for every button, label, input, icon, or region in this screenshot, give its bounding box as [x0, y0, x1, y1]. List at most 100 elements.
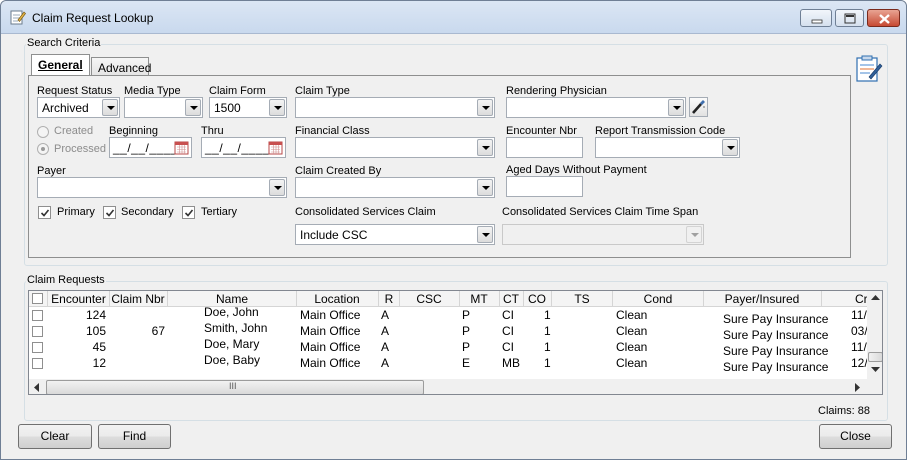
column-header-r[interactable]: R: [379, 292, 399, 306]
row-checkbox[interactable]: [32, 310, 43, 321]
chevron-down-icon: [477, 226, 493, 243]
cell-r: A: [381, 356, 390, 370]
row-checkbox[interactable]: [32, 342, 43, 353]
secondary-label: Secondary: [121, 206, 174, 218]
clear-button[interactable]: Clear: [18, 424, 92, 449]
cell-encounter: 105: [85, 324, 106, 338]
scroll-right-arrow-icon[interactable]: [855, 383, 861, 392]
thru-label: Thru: [201, 125, 224, 137]
cell-encounter: 45: [92, 340, 106, 354]
column-header-ct[interactable]: CT: [500, 292, 522, 306]
vertical-scrollbar[interactable]: [867, 291, 882, 379]
thru-date-input[interactable]: __/__/____: [201, 137, 286, 158]
cell-co: 1: [544, 356, 551, 370]
rendering-physician-label: Rendering Physician: [506, 85, 607, 97]
cell-location: Main Office: [300, 340, 361, 354]
column-header-payer-insured[interactable]: Payer/Insured: [704, 292, 820, 306]
column-header-mt[interactable]: MT: [460, 292, 498, 306]
tertiary-label: Tertiary: [201, 206, 238, 218]
column-header-location[interactable]: Location: [297, 292, 377, 306]
cell-r: A: [381, 340, 390, 354]
rendering-physician-picker-button[interactable]: [689, 97, 708, 117]
close-button[interactable]: Close: [819, 424, 892, 449]
chevron-down-icon: [668, 99, 684, 116]
created-radio[interactable]: [37, 126, 49, 138]
tertiary-checkbox[interactable]: [182, 206, 195, 219]
consolidated-services-claim-label: Consolidated Services Claim: [295, 206, 436, 218]
checkmark-icon: [184, 209, 194, 217]
column-header-ts[interactable]: TS: [552, 292, 612, 306]
beginning-date-input[interactable]: __/__/____: [109, 137, 192, 158]
cell-mt: E: [462, 356, 471, 370]
calendar-icon[interactable]: [268, 140, 283, 155]
claim-type-select[interactable]: [295, 97, 495, 118]
consolidated-services-claim-select[interactable]: Include CSC: [295, 224, 495, 245]
column-header-csc[interactable]: CSC: [400, 292, 458, 306]
find-button[interactable]: Find: [98, 424, 171, 449]
cell-cond: Clean: [616, 340, 648, 354]
maximize-button[interactable]: [835, 9, 864, 27]
chevron-down-icon: [269, 179, 285, 196]
scroll-left-arrow-icon[interactable]: [34, 383, 40, 392]
scroll-down-arrow-icon[interactable]: [871, 367, 880, 373]
title-bar: Claim Request Lookup: [1, 1, 906, 34]
table-row[interactable]: 124 Doe, John Main Office A P CI 1 Clean…: [29, 305, 873, 326]
scroll-up-arrow-icon[interactable]: [871, 295, 880, 301]
rendering-physician-select[interactable]: [506, 97, 686, 118]
grid-header: Encounter Claim Nbr Name Location R CSC …: [29, 291, 869, 307]
column-header-cond[interactable]: Cond: [613, 292, 703, 306]
minimize-icon: [811, 19, 823, 24]
financial-class-select[interactable]: [295, 137, 495, 158]
claim-form-label: Claim Form: [209, 85, 266, 97]
aged-days-input[interactable]: [506, 176, 583, 197]
checkmark-icon: [40, 209, 50, 217]
table-row[interactable]: 45 Doe, Mary Main Office A P CI 1 Clean …: [29, 337, 873, 358]
row-checkbox[interactable]: [32, 326, 43, 337]
cell-mt: P: [462, 340, 471, 354]
clipboard-pencil-icon[interactable]: [855, 55, 883, 83]
notepad-pencil-icon: [10, 10, 26, 25]
cell-ct: CI: [502, 340, 514, 354]
encounter-nbr-input[interactable]: [506, 137, 583, 158]
horizontal-scroll-thumb[interactable]: III: [46, 380, 424, 394]
claim-form-select[interactable]: 1500: [209, 97, 287, 118]
media-type-select[interactable]: [124, 97, 203, 118]
cell-cond: Clean: [616, 324, 648, 338]
chevron-down-icon: [185, 99, 201, 116]
cell-cond: Clean: [616, 356, 648, 370]
general-tab-panel: Request Status Archived Media Type Claim…: [28, 75, 851, 258]
claim-created-by-select[interactable]: [295, 177, 495, 198]
tab-general[interactable]: General: [31, 54, 90, 76]
chevron-down-icon: [686, 226, 702, 243]
column-header-claim-nbr[interactable]: Claim Nbr: [110, 292, 166, 306]
cell-location: Main Office: [300, 356, 361, 370]
checkmark-icon: [105, 209, 115, 217]
vertical-scroll-thumb[interactable]: [868, 352, 882, 362]
processed-radio[interactable]: [37, 143, 49, 155]
report-transmission-code-select[interactable]: [595, 137, 740, 158]
close-window-button[interactable]: [867, 9, 900, 27]
secondary-checkbox[interactable]: [103, 206, 116, 219]
select-all-checkbox[interactable]: [32, 293, 43, 304]
created-label: Created: [54, 125, 94, 137]
claim-requests-legend: Claim Requests: [26, 274, 106, 286]
request-status-select[interactable]: Archived: [37, 97, 120, 118]
horizontal-scrollbar[interactable]: III: [29, 379, 882, 394]
claims-count: Claims: 88: [818, 405, 870, 417]
calendar-icon[interactable]: [174, 140, 189, 155]
csc-time-span-select[interactable]: [502, 224, 704, 245]
column-header-name[interactable]: Name: [168, 292, 296, 306]
table-row[interactable]: 105 67 Smith, John Main Office A P CI 1 …: [29, 321, 874, 342]
cell-name: Doe, Mary: [204, 337, 260, 351]
table-row[interactable]: 12 Doe, Baby Main Office A E MB 1 Clean …: [29, 353, 874, 374]
primary-checkbox[interactable]: [38, 206, 51, 219]
tab-advanced[interactable]: Advanced: [91, 57, 151, 76]
payer-select[interactable]: [37, 177, 287, 198]
column-header-co[interactable]: CO: [524, 292, 550, 306]
processed-label: Processed: [54, 143, 106, 155]
row-checkbox[interactable]: [32, 358, 43, 369]
aged-days-label: Aged Days Without Payment: [506, 164, 647, 176]
close-icon: [879, 14, 890, 24]
column-header-encounter[interactable]: Encounter: [48, 292, 109, 306]
minimize-button[interactable]: [800, 9, 832, 27]
